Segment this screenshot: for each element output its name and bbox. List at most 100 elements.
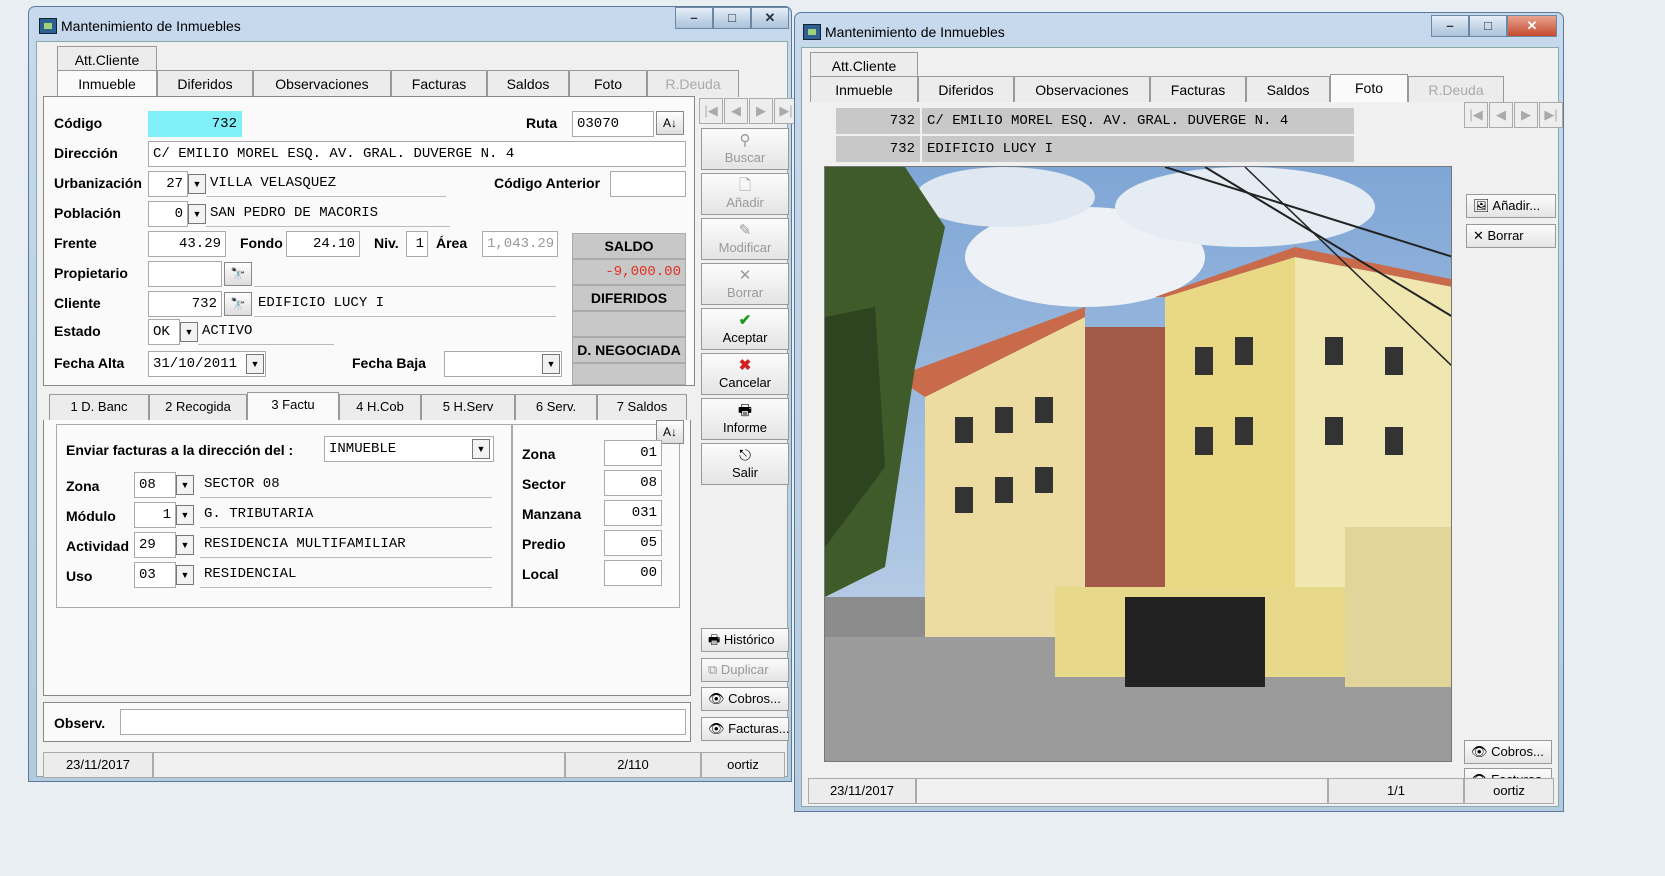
maximize-icon[interactable]: □ [713, 7, 751, 29]
chevron-down-icon[interactable]: ▼ [246, 354, 264, 374]
maximize-icon[interactable]: □ [1469, 15, 1507, 37]
chevron-down-icon[interactable]: ▼ [188, 204, 206, 224]
tab-observaciones[interactable]: Observaciones [1014, 76, 1150, 103]
last-record-icon[interactable]: ▶| [1539, 102, 1563, 128]
uso-code[interactable]: 03 [134, 562, 176, 588]
cancelar-button[interactable]: ✖ Cancelar [701, 353, 789, 395]
first-record-icon[interactable]: |◀ [1464, 102, 1488, 128]
borrar-button[interactable]: ✕ Borrar [701, 263, 789, 305]
close-icon[interactable]: ✕ [751, 7, 789, 29]
tab-facturas[interactable]: Facturas [1150, 76, 1246, 103]
anadir-button[interactable]: 🗋 Añadir [701, 173, 789, 215]
niv-field[interactable]: 1 [406, 231, 428, 257]
codigo-label: Código [54, 115, 103, 131]
modulo-code[interactable]: 1 [134, 502, 176, 528]
tab-diferidos[interactable]: Diferidos [918, 76, 1014, 103]
tab-facturas[interactable]: Facturas [391, 70, 487, 97]
chevron-down-icon[interactable]: ▼ [472, 439, 490, 459]
tab-att-cliente[interactable]: Att.Cliente [57, 46, 157, 73]
subtab-d-banc[interactable]: 1 D. Banc [49, 394, 149, 420]
enviar-select[interactable]: INMUEBLE [324, 436, 494, 462]
close-icon[interactable]: ✕ [1507, 15, 1557, 37]
chevron-down-icon[interactable]: ▼ [176, 535, 194, 555]
cobros-button[interactable]: 👁 Cobros... [1464, 740, 1552, 764]
tab-foto[interactable]: Foto [569, 70, 647, 97]
chevron-down-icon[interactable]: ▼ [176, 505, 194, 525]
first-record-icon[interactable]: |◀ [699, 98, 723, 124]
tab-saldos[interactable]: Saldos [1246, 76, 1330, 103]
prev-record-icon[interactable]: ◀ [1489, 102, 1513, 128]
chevron-down-icon[interactable]: ▼ [188, 174, 206, 194]
subtab-h-serv[interactable]: 5 H.Serv [421, 394, 515, 420]
ruta-field[interactable]: 03070 [572, 111, 654, 137]
tab-inmueble[interactable]: Inmueble [57, 70, 157, 97]
borrar-photo-button[interactable]: ✕ Borrar [1466, 224, 1556, 248]
area-field: 1,043.29 [482, 231, 558, 257]
tab-foto[interactable]: Foto [1330, 74, 1408, 104]
prev-record-icon[interactable]: ◀ [724, 98, 748, 124]
actividad-desc: RESIDENCIA MULTIFAMILIAR [200, 532, 492, 558]
subtab-serv[interactable]: 6 Serv. [515, 394, 597, 420]
fondo-field[interactable]: 24.10 [286, 231, 360, 257]
modulo-desc: G. TRIBUTARIA [200, 502, 492, 528]
edit-icon: ✎ [738, 222, 752, 239]
chevron-down-icon[interactable]: ▼ [542, 354, 560, 374]
sort-icon[interactable]: A↓ [656, 111, 684, 135]
observ-label: Observ. [54, 715, 106, 731]
sector-label: Sector [522, 476, 566, 492]
buscar-button[interactable]: ⚲ Buscar [701, 128, 789, 170]
local-field[interactable]: 00 [604, 560, 662, 586]
codigo-anterior-field[interactable] [610, 171, 686, 197]
anadir-photo-button[interactable]: 🖼 Añadir... [1466, 194, 1556, 218]
chevron-down-icon[interactable]: ▼ [180, 322, 198, 342]
left-title-bar[interactable]: Mantenimiento de Inmuebles – □ ✕ [29, 7, 791, 41]
minimize-icon[interactable]: – [1431, 15, 1469, 37]
zona-right-field[interactable]: 01 [604, 440, 662, 466]
observ-field[interactable] [120, 709, 686, 735]
actividad-code[interactable]: 29 [134, 532, 176, 558]
subtab-factu[interactable]: 3 Factu [247, 392, 339, 422]
eye-icon: 👁 [1471, 744, 1492, 759]
predio-field[interactable]: 05 [604, 530, 662, 556]
propietario-code[interactable] [148, 261, 222, 287]
status-user: oortiz [701, 752, 785, 778]
direccion-field[interactable]: C/ EMILIO MOREL ESQ. AV. GRAL. DUVERGE N… [148, 141, 686, 167]
zona-code[interactable]: 08 [134, 472, 176, 498]
codigo-field[interactable]: 732 [148, 111, 242, 137]
sector-field[interactable]: 08 [604, 470, 662, 496]
modificar-button[interactable]: ✎ Modificar [701, 218, 789, 260]
salir-button[interactable]: ⎋ Salir [701, 443, 789, 485]
next-record-icon[interactable]: ▶ [1514, 102, 1538, 128]
minimize-icon[interactable]: – [675, 7, 713, 29]
tab-diferidos[interactable]: Diferidos [157, 70, 253, 97]
chevron-down-icon[interactable]: ▼ [176, 475, 194, 495]
estado-code[interactable]: OK [148, 319, 180, 345]
tab-observaciones[interactable]: Observaciones [253, 70, 391, 97]
right-title-bar[interactable]: Mantenimiento de Inmuebles – □ ✕ [795, 13, 1563, 47]
left-client-area: Att.Cliente Inmueble Diferidos Observaci… [36, 41, 798, 778]
frente-field[interactable]: 43.29 [148, 231, 226, 257]
informe-button[interactable]: 🖶 Informe [701, 398, 789, 440]
facturas-button[interactable]: 👁 Facturas... [701, 717, 790, 741]
tab-saldos[interactable]: Saldos [487, 70, 569, 97]
manzana-field[interactable]: 031 [604, 500, 662, 526]
binoculars-icon[interactable]: 🔭 [224, 292, 252, 316]
historico-button[interactable]: 🖶 Histórico [701, 628, 789, 652]
chevron-down-icon[interactable]: ▼ [176, 565, 194, 585]
cobros-button[interactable]: 👁 Cobros... [701, 687, 789, 711]
status-date: 23/11/2017 [43, 752, 153, 778]
binoculars-icon[interactable]: 🔭 [224, 262, 252, 286]
printer-icon: 🖶 [708, 632, 724, 647]
subtab-h-cob[interactable]: 4 H.Cob [339, 394, 421, 420]
aceptar-button[interactable]: ✔ Aceptar [701, 308, 789, 350]
tab-inmueble[interactable]: Inmueble [810, 76, 918, 103]
subtab-recogida[interactable]: 2 Recogida [149, 394, 247, 420]
urbanizacion-code[interactable]: 27 [148, 171, 188, 197]
cliente-code[interactable]: 732 [148, 291, 222, 317]
duplicar-button[interactable]: ⧉ Duplicar [701, 658, 789, 682]
next-record-icon[interactable]: ▶ [749, 98, 773, 124]
subtab-saldos[interactable]: 7 Saldos [597, 394, 687, 420]
tab-att-cliente[interactable]: Att.Cliente [810, 52, 918, 79]
poblacion-code[interactable]: 0 [148, 201, 188, 227]
uso-desc: RESIDENCIAL [200, 562, 492, 588]
